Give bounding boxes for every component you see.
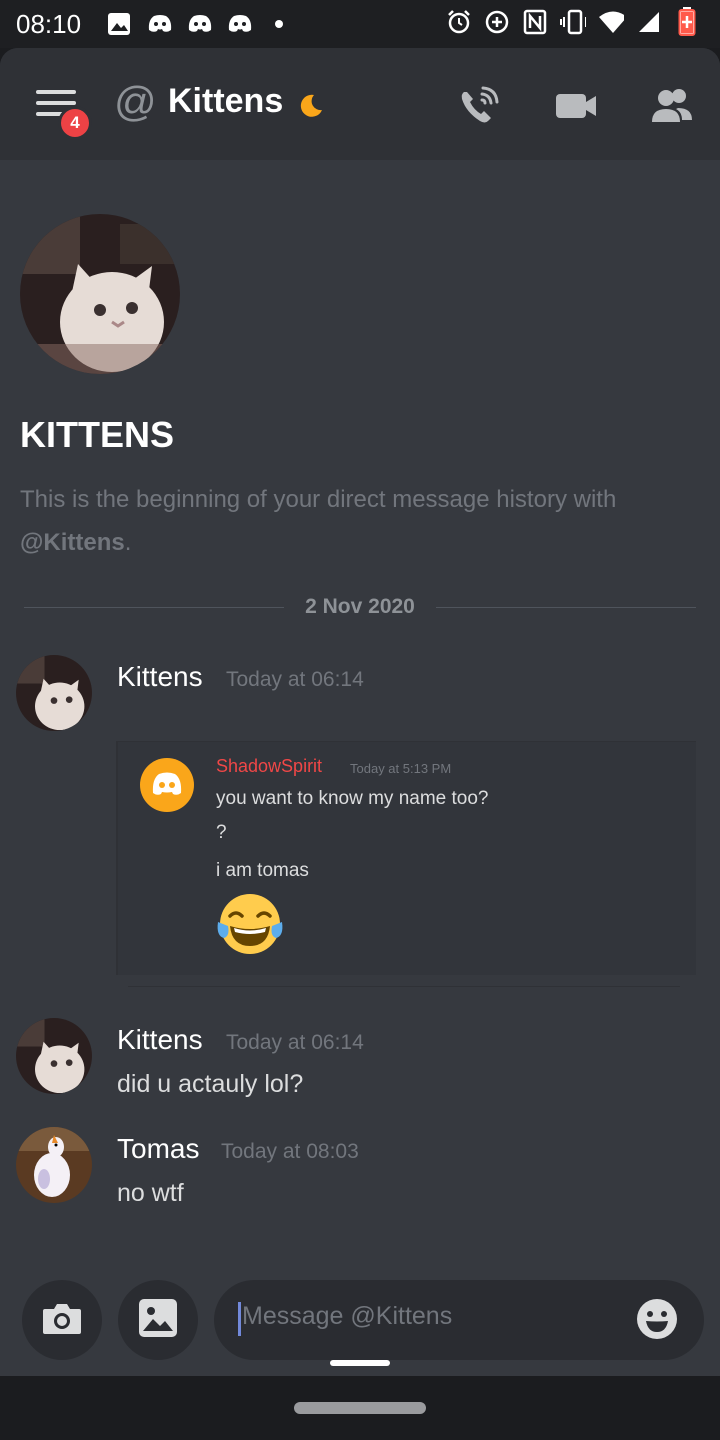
status-system-icons [446, 7, 700, 36]
embed-line: ? [216, 822, 227, 843]
system-nav-bar [0, 1376, 720, 1440]
emoji-picker-icon[interactable] [636, 1298, 678, 1340]
message-input-placeholder: Message @Kittens [242, 1302, 453, 1330]
status-notification-icons [106, 10, 292, 38]
alarm-icon [446, 8, 472, 36]
call-icon[interactable] [456, 84, 504, 128]
discord-icon [226, 10, 252, 38]
embed-author: ShadowSpirit [216, 756, 323, 776]
text-caret [238, 1302, 241, 1336]
at-icon: @ [114, 78, 157, 125]
message-avatar[interactable] [16, 1018, 92, 1094]
dot-icon [266, 10, 292, 38]
message-input[interactable]: Message @Kittens [214, 1280, 704, 1360]
embed-timestamp: Today at 5:13 PM [350, 761, 452, 776]
intro-text: This is the beginning of your direct mes… [20, 478, 700, 564]
intro-mention[interactable]: @Kittens [20, 529, 125, 556]
battery-icon [674, 7, 700, 36]
message-timestamp: Today at 06:14 [226, 1031, 364, 1054]
message-author[interactable]: Tomas [117, 1133, 199, 1165]
data-saver-icon [484, 8, 510, 36]
intro-text-suffix: . [124, 529, 132, 556]
home-gesture-pill[interactable] [294, 1402, 426, 1414]
notification-badge: 4 [58, 106, 92, 140]
intro-text-prefix: This is the beginning of your direct mes… [20, 486, 617, 513]
message-avatar[interactable] [16, 1127, 92, 1203]
discord-avatar-icon [140, 758, 194, 812]
message-text: no wtf [117, 1179, 184, 1207]
image-icon [106, 10, 132, 38]
camera-button[interactable] [22, 1280, 102, 1360]
divider [128, 986, 680, 987]
embed-line: you want to know my name too? [216, 788, 489, 809]
signal-icon [636, 8, 662, 36]
date-divider: 2 Nov 2020 [24, 594, 696, 624]
moon-icon [296, 92, 324, 120]
camera-icon [41, 1300, 83, 1340]
nfc-icon [522, 8, 548, 36]
image-icon [138, 1298, 178, 1342]
message-author[interactable]: Kittens [117, 1024, 203, 1056]
dm-view: 4 @ Kittens KITTENS This is the beginnin… [0, 48, 720, 1376]
members-icon[interactable] [648, 84, 696, 128]
wifi-icon [598, 8, 624, 36]
channel-header: 4 @ Kittens [0, 48, 720, 160]
video-icon[interactable] [552, 84, 600, 128]
embed-line: i am tomas [216, 860, 309, 881]
discord-icon [146, 10, 172, 38]
message-embed[interactable]: ShadowSpirit Today at 5:13 PM you want t… [116, 741, 696, 975]
laughing-emoji-icon [216, 892, 284, 956]
channel-title: Kittens [168, 82, 284, 120]
discord-icon [186, 10, 212, 38]
message-timestamp: Today at 06:14 [226, 668, 364, 691]
profile-avatar [20, 214, 180, 374]
message-timestamp: Today at 08:03 [221, 1140, 359, 1163]
message-author[interactable]: Kittens [117, 661, 203, 693]
vibrate-icon [560, 8, 586, 36]
message-text: did u actauly lol? [117, 1070, 304, 1098]
date-divider-label: 2 Nov 2020 [305, 595, 415, 618]
keyboard-handle [330, 1360, 390, 1366]
message-avatar[interactable] [16, 655, 92, 731]
status-time: 08:10 [16, 9, 82, 39]
intro-title: KITTENS [20, 414, 175, 455]
status-bar: 08:10 [0, 0, 720, 48]
gallery-button[interactable] [118, 1280, 198, 1360]
